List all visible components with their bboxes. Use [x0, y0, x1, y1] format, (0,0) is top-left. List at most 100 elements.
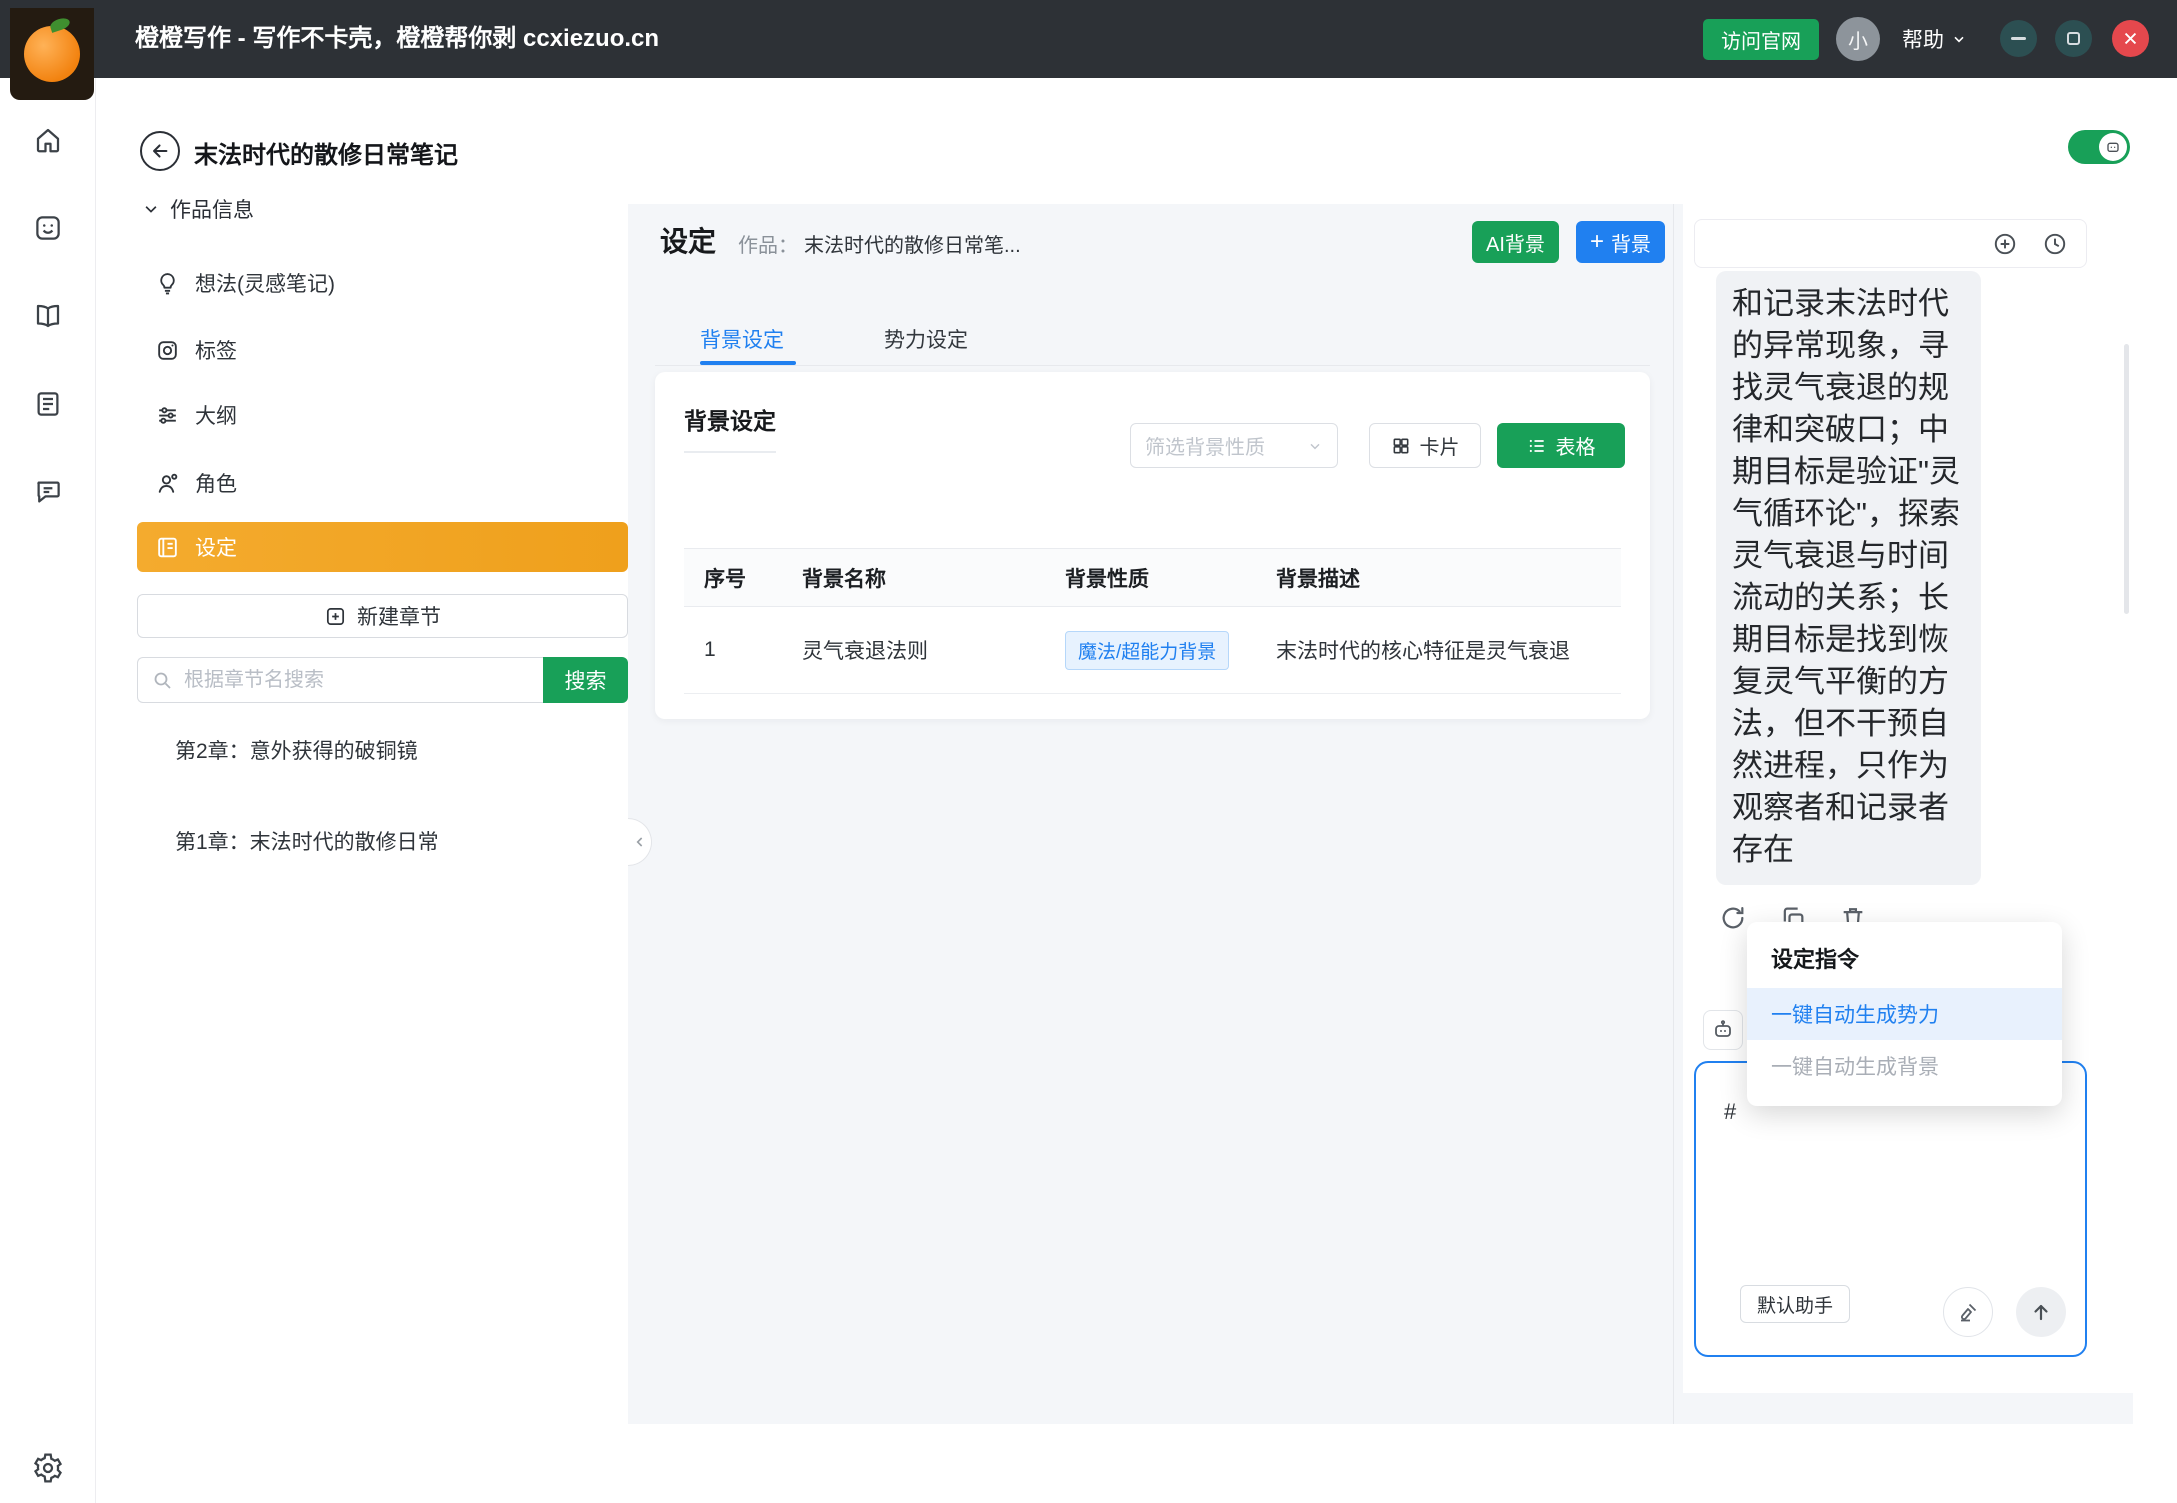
maximize-button[interactable] [2055, 20, 2092, 57]
sidebar-item-ideas[interactable]: 想法(灵感笔记) [137, 259, 628, 307]
chevron-left-icon [632, 834, 648, 850]
tab-background-settings[interactable]: 背景设定 [700, 318, 784, 360]
character-icon [155, 471, 180, 496]
work-info: 作品： 末法时代的散修日常笔... [738, 229, 1021, 258]
settings-gear-icon[interactable] [24, 1444, 72, 1492]
leaf-icon [49, 16, 71, 33]
sidebar-item-characters[interactable]: 角色 [137, 459, 628, 507]
ai-chat-panel: 和记录末法时代的异常现象，寻找灵气衰退的规律和突破口；中期目标是验证"灵气循环论… [1683, 204, 2133, 1393]
back-button[interactable] [140, 131, 180, 171]
section-work-info[interactable]: 作品信息 [142, 194, 254, 224]
project-panel: 末法时代的散修日常笔记 作品信息 想法(灵感笔记) 标签 大纲 角色 设定 新建… [96, 78, 628, 1503]
menu-item-generate-factions[interactable]: 一键自动生成势力 [1747, 988, 2062, 1040]
visit-site-button[interactable]: 访问官网 [1703, 19, 1819, 60]
tabs-divider [655, 365, 1650, 366]
add-background-button[interactable]: + 背景 [1576, 221, 1665, 263]
clean-button[interactable] [1943, 1287, 1993, 1337]
row-index: 1 [684, 638, 782, 662]
sidebar-item-outline[interactable]: 大纲 [137, 391, 628, 439]
tag-icon [155, 338, 180, 363]
setting-script-icon [155, 535, 180, 560]
help-menu[interactable]: 帮助 [1902, 0, 1967, 78]
sidebar-item-tags[interactable]: 标签 [137, 326, 628, 374]
view-card-button[interactable]: 卡片 [1369, 423, 1481, 468]
row-description: 末法时代的核心特征是灵气衰退 [1256, 635, 1621, 665]
idea-bulb-icon [155, 271, 180, 296]
section-label: 作品信息 [170, 194, 254, 224]
chat-scrollbar-thumb[interactable] [2124, 344, 2129, 614]
chapter-item[interactable]: 第1章：末法时代的散修日常 [137, 821, 617, 861]
clean-icon [1956, 1300, 1980, 1324]
minimize-button[interactable] [2000, 20, 2037, 57]
assistant-message-bubble: 和记录末法时代的异常现象，寻找灵气衰退的规律和突破口；中期目标是验证"灵气循环论… [1716, 271, 1981, 885]
panel-divider [1673, 204, 1674, 1424]
help-label: 帮助 [1902, 24, 1944, 54]
search-button[interactable]: 搜索 [543, 657, 628, 703]
close-button[interactable] [2112, 20, 2149, 57]
background-table: 序号 背景名称 背景性质 背景描述 1 灵气衰退法则 魔法/超能力背景 末法时代… [684, 548, 1621, 694]
header-toggle[interactable] [2068, 130, 2130, 164]
work-name: 末法时代的散修日常笔... [804, 229, 1021, 258]
nav-rail [0, 78, 96, 1503]
toggle-knob-icon [2099, 133, 2127, 161]
col-header-nature: 背景性质 [1045, 563, 1256, 593]
sidebar-item-label: 想法(灵感笔记) [195, 268, 335, 298]
table-row[interactable]: 1 灵气衰退法则 魔法/超能力背景 末法时代的核心特征是灵气衰退 [684, 607, 1621, 694]
orange-logo-icon [24, 26, 80, 82]
sidebar-item-label: 标签 [195, 335, 237, 365]
plus-icon: + [1590, 230, 1604, 254]
close-icon [2122, 30, 2139, 47]
sidebar-item-label: 设定 [195, 532, 237, 562]
send-up-icon [2029, 1300, 2053, 1324]
row-name: 灵气衰退法则 [782, 635, 1045, 665]
send-button[interactable] [2016, 1287, 2066, 1337]
titlebar: 橙橙写作 - 写作不卡壳，橙橙帮你剥 ccxiezuo.cn 访问官网 小 帮助 [0, 0, 2177, 78]
card-title: 背景设定 [684, 402, 776, 453]
col-header-index: 序号 [684, 563, 782, 593]
menu-item-generate-backgrounds[interactable]: 一键自动生成背景 [1747, 1040, 2062, 1092]
bookshelf-icon[interactable] [24, 292, 72, 340]
search-icon [150, 668, 174, 692]
user-avatar[interactable]: 小 [1836, 17, 1880, 61]
col-header-name: 背景名称 [782, 563, 1045, 593]
command-menu-popup: 设定指令 一键自动生成势力 一键自动生成背景 [1747, 922, 2062, 1106]
chevron-down-icon [142, 200, 160, 218]
list-icon [1527, 436, 1547, 456]
history-icon[interactable] [2042, 231, 2068, 257]
chevron-down-icon [1307, 438, 1323, 454]
grid-icon [1391, 436, 1411, 456]
outline-icon [155, 403, 180, 428]
back-arrow-icon [149, 140, 171, 162]
new-session-icon[interactable] [1992, 231, 2018, 257]
chat-input-value[interactable]: # [1724, 1099, 1736, 1125]
chapter-item[interactable]: 第2章：意外获得的破铜镜 [137, 730, 617, 770]
new-chapter-button[interactable]: 新建章节 [137, 594, 628, 638]
col-header-description: 背景描述 [1256, 563, 1621, 593]
regenerate-icon[interactable] [1719, 904, 1747, 932]
chevron-down-icon [1951, 31, 1967, 47]
app-window: 橙橙写作 - 写作不卡壳，橙橙帮你剥 ccxiezuo.cn 访问官网 小 帮助 [0, 0, 2177, 1503]
ai-background-button[interactable]: AI背景 [1472, 221, 1559, 263]
add-box-icon [324, 605, 347, 628]
tab-faction-settings[interactable]: 势力设定 [884, 318, 968, 360]
minimize-icon [2011, 37, 2026, 40]
sidebar-item-label: 角色 [195, 468, 237, 498]
chat-toolbar [1694, 219, 2087, 268]
chapter-search: 搜索 [137, 657, 628, 703]
filter-nature-select[interactable]: 筛选背景性质 [1130, 423, 1338, 468]
reading-icon[interactable] [24, 380, 72, 428]
page-title: 设定 [660, 220, 716, 260]
dialog-icon[interactable] [24, 468, 72, 516]
feedback-icon[interactable] [24, 204, 72, 252]
assistant-selector-chip[interactable]: 默认助手 [1740, 1285, 1850, 1323]
assistant-message: 和记录末法时代的异常现象，寻找灵气衰退的规律和突破口；中期目标是验证"灵气循环论… [1732, 283, 1965, 871]
document-title: 末法时代的散修日常笔记 [194, 135, 458, 170]
maximize-icon [2067, 32, 2080, 45]
chapter-search-input[interactable] [137, 657, 543, 703]
sidebar-item-settings[interactable]: 设定 [137, 522, 628, 572]
home-icon[interactable] [24, 116, 72, 164]
app-title: 橙橙写作 - 写作不卡壳，橙橙帮你剥 ccxiezuo.cn [135, 0, 659, 78]
table-header-row: 序号 背景名称 背景性质 背景描述 [684, 548, 1621, 607]
nature-tag: 魔法/超能力背景 [1065, 631, 1229, 670]
view-table-button[interactable]: 表格 [1497, 423, 1625, 468]
